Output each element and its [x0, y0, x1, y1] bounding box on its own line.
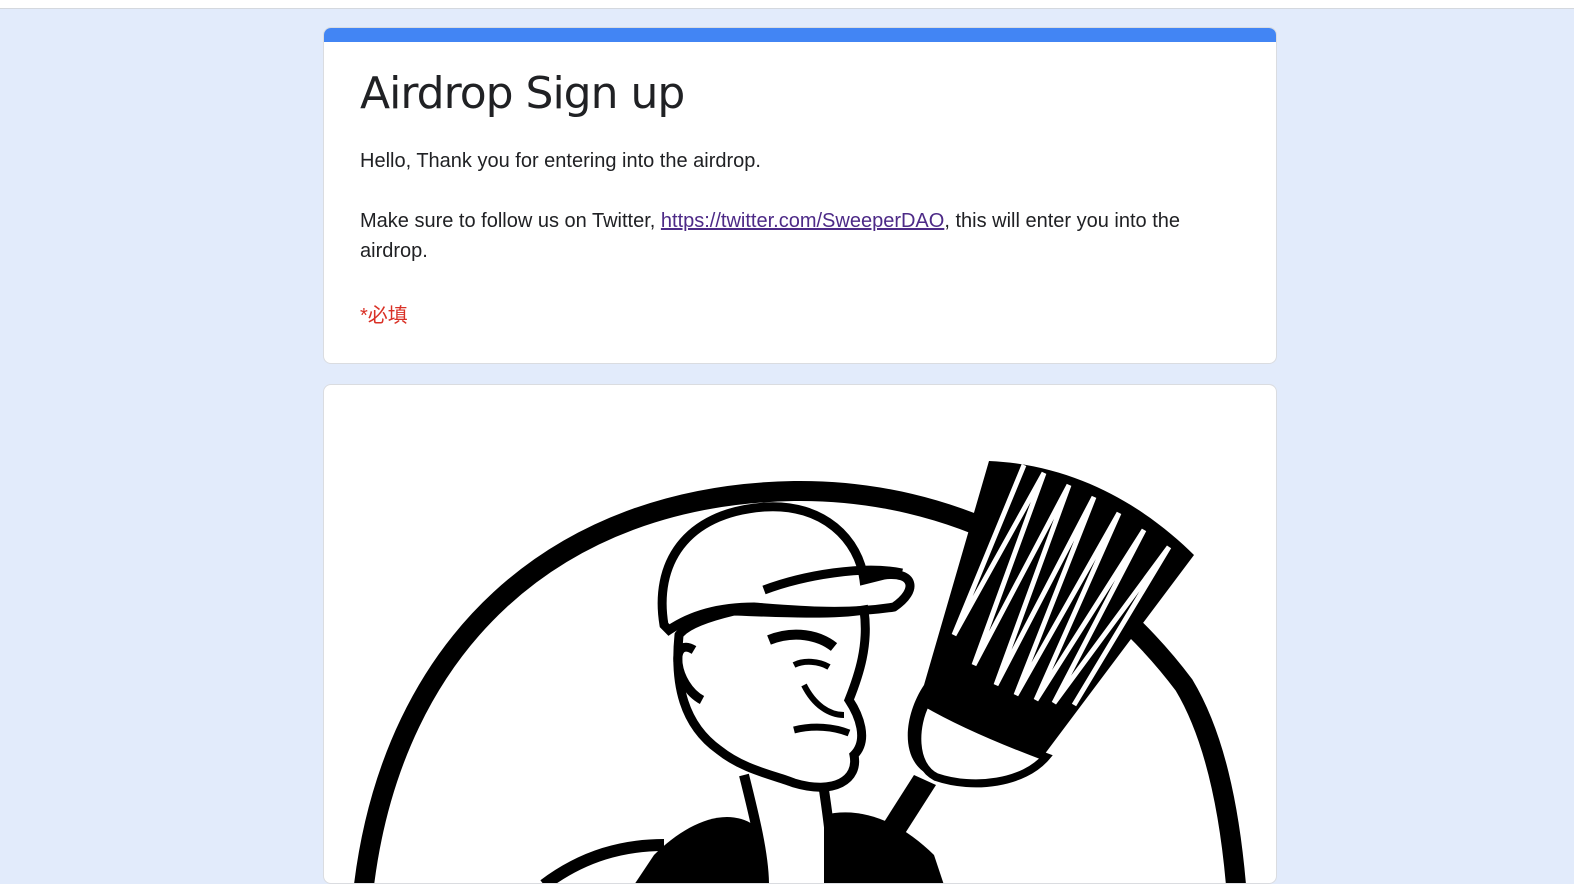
form-title: Airdrop Sign up — [360, 68, 685, 119]
sweeper-mascot-icon — [354, 461, 1246, 883]
twitter-link[interactable]: https://twitter.com/SweeperDAO — [661, 210, 944, 232]
form-description: Hello, Thank you for entering into the a… — [360, 146, 1240, 296]
description-prefix: Make sure to follow us on Twitter, — [360, 210, 661, 232]
header-accent-bar — [324, 28, 1276, 42]
form-header-card: Airdrop Sign up Hello, Thank you for ent… — [323, 27, 1277, 364]
browser-top-edge — [0, 0, 1574, 9]
description-line-2: Make sure to follow us on Twitter, https… — [360, 206, 1240, 266]
description-line-1: Hello, Thank you for entering into the a… — [360, 150, 761, 172]
form-image-card — [323, 384, 1277, 884]
required-note: *必填 — [360, 305, 408, 327]
